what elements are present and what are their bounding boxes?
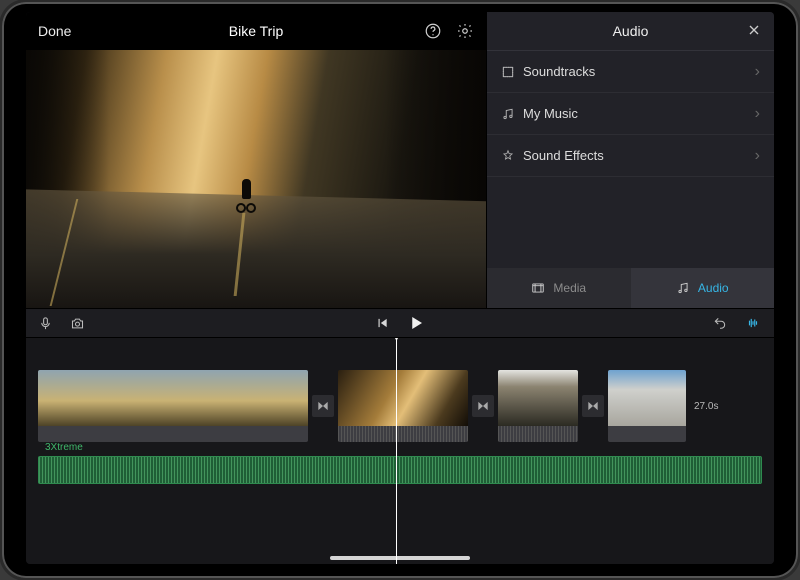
- done-button[interactable]: Done: [38, 23, 71, 39]
- video-clip[interactable]: [498, 370, 578, 442]
- transition-icon[interactable]: [472, 395, 494, 417]
- video-clip[interactable]: [38, 370, 308, 442]
- list-item-sound-effects[interactable]: Sound Effects ›: [487, 135, 774, 177]
- video-clip[interactable]: [608, 370, 686, 442]
- waveform-icon[interactable]: [744, 316, 762, 330]
- audio-clip[interactable]: 3Xtreme: [38, 456, 762, 484]
- skip-back-icon[interactable]: [375, 314, 389, 332]
- side-tabs: Media Audio: [487, 268, 774, 308]
- transition-icon[interactable]: [312, 395, 334, 417]
- audio-panel-title: Audio: [613, 23, 649, 39]
- close-icon[interactable]: [746, 22, 762, 38]
- timeline[interactable]: 27.0s 3Xtreme: [26, 338, 774, 564]
- camera-icon[interactable]: [69, 316, 86, 331]
- list-item-label: Sound Effects: [523, 148, 604, 163]
- tab-label: Audio: [698, 281, 729, 295]
- tab-media[interactable]: Media: [487, 268, 631, 308]
- list-item-soundtracks[interactable]: Soundtracks ›: [487, 51, 774, 93]
- play-icon[interactable]: [407, 314, 425, 332]
- project-title: Bike Trip: [26, 23, 486, 39]
- audio-clip-label: 3Xtreme: [45, 442, 83, 453]
- music-note-icon: [501, 107, 523, 121]
- playhead[interactable]: [396, 338, 397, 564]
- help-icon[interactable]: [424, 22, 442, 40]
- preview-pane: Done Bike Trip: [26, 12, 486, 308]
- audio-panel-header: Audio: [487, 12, 774, 50]
- soundtracks-icon: [501, 65, 523, 79]
- timeline-duration: 27.0s: [694, 401, 718, 412]
- list-item-my-music[interactable]: My Music ›: [487, 93, 774, 135]
- chevron-right-icon: ›: [755, 63, 760, 81]
- chevron-right-icon: ›: [755, 105, 760, 123]
- home-indicator[interactable]: [330, 556, 470, 560]
- preview-header: Done Bike Trip: [26, 12, 486, 50]
- tab-label: Media: [553, 281, 586, 295]
- chevron-right-icon: ›: [755, 147, 760, 165]
- settings-icon[interactable]: [456, 22, 474, 40]
- video-track: 27.0s: [38, 370, 762, 442]
- sound-effects-icon: [501, 149, 523, 163]
- undo-icon[interactable]: [712, 316, 728, 330]
- transition-icon[interactable]: [582, 395, 604, 417]
- video-clip[interactable]: [338, 370, 468, 442]
- media-icon: [531, 281, 545, 295]
- video-preview[interactable]: [26, 50, 486, 308]
- tab-audio[interactable]: Audio: [631, 268, 775, 308]
- audio-icon: [676, 281, 690, 295]
- microphone-icon[interactable]: [38, 316, 53, 331]
- control-bar: [26, 308, 774, 338]
- list-item-label: Soundtracks: [523, 64, 595, 79]
- list-item-label: My Music: [523, 106, 578, 121]
- audio-panel: Audio Soundtracks ›: [486, 12, 774, 308]
